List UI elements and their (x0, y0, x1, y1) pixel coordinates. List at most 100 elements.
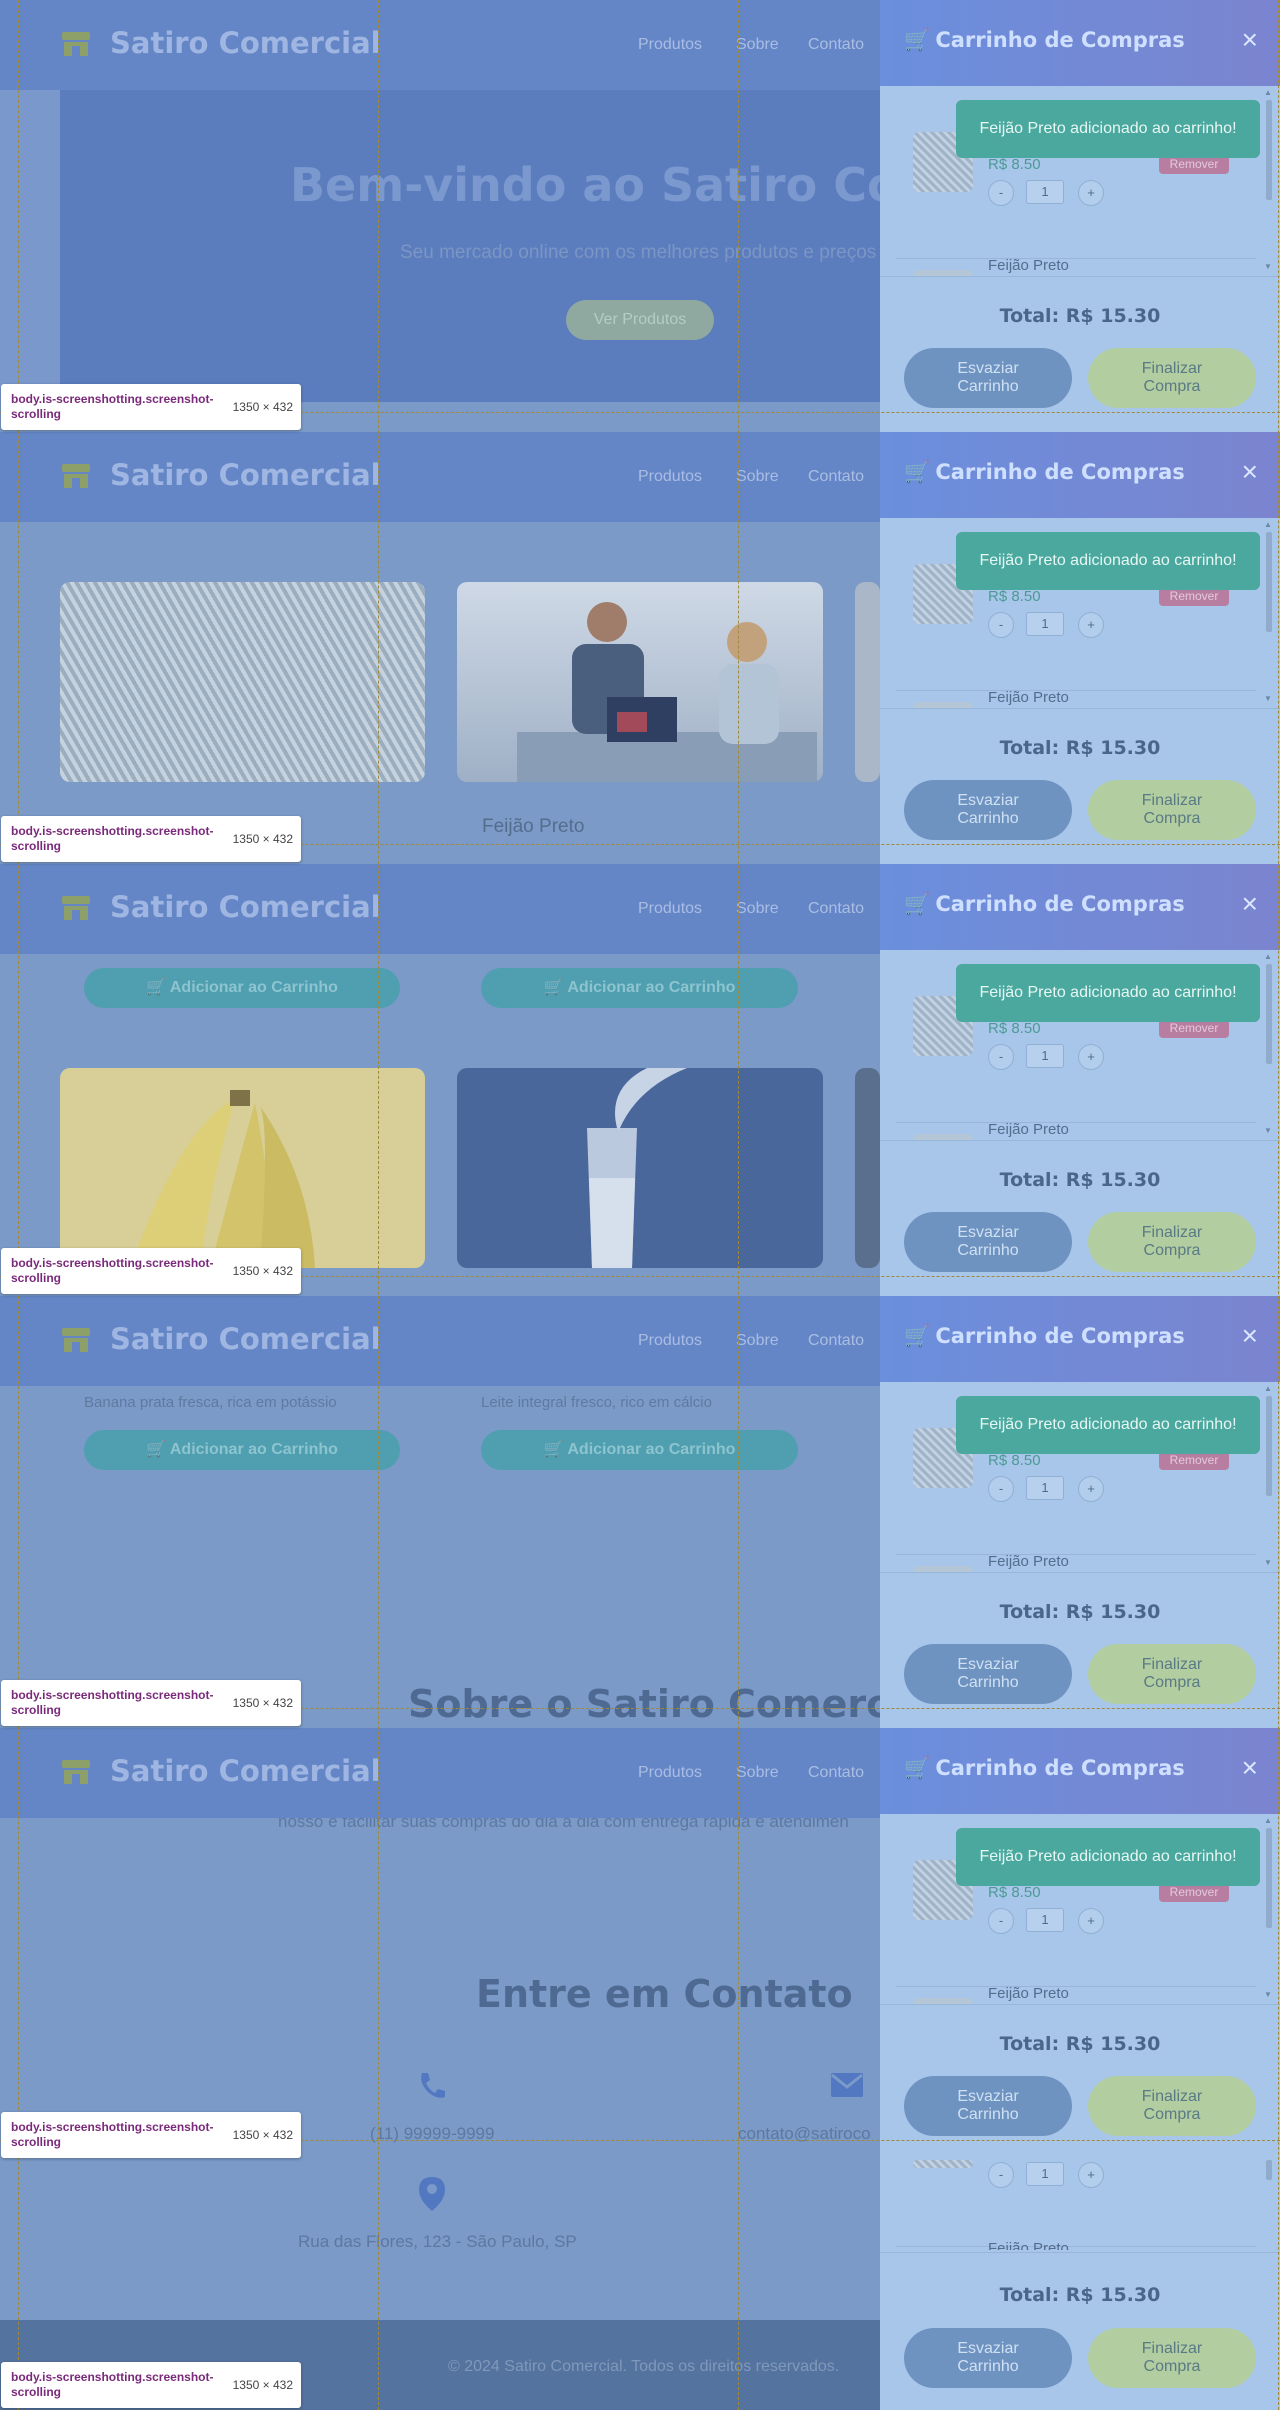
checkout-button[interactable]: Finalizar Compra (1088, 2076, 1256, 2136)
checkout-label: Finalizar Compra (1141, 1656, 1203, 1691)
scrollbar-thumb[interactable] (1266, 1396, 1272, 1496)
scrollbar-thumb[interactable] (1266, 100, 1272, 200)
qty-input[interactable]: 1 (1026, 1044, 1064, 1068)
debug-selector-text: body.is-screenshotting.screenshot-scroll… (11, 1256, 214, 1285)
qty-minus-button[interactable]: - (988, 1908, 1014, 1934)
scroll-down-icon[interactable]: ▼ (1264, 262, 1272, 271)
screenshot-debug-label: body.is-screenshotting.screenshot-scroll… (1, 816, 301, 862)
close-icon[interactable]: × (1242, 1320, 1258, 1352)
site-header: Satiro Comercial Produtos Sobre Contato (0, 0, 880, 90)
qty-input[interactable]: 1 (1026, 612, 1064, 636)
checkout-button[interactable]: Finalizar Compra (1088, 2328, 1256, 2388)
empty-cart-button[interactable]: Esvaziar Carrinho (904, 780, 1072, 840)
item-divider (896, 1122, 1256, 1123)
qty-plus-button[interactable]: + (1078, 1908, 1104, 1934)
brand-logo[interactable]: Satiro Comercial (110, 1754, 381, 1788)
cart-scrollbar[interactable]: ▲ ▼ (1264, 518, 1274, 708)
scrollbar-thumb[interactable] (1266, 1828, 1272, 1928)
site-header: Satiro Comercial Produtos Sobre Contato (0, 1728, 880, 1818)
close-icon[interactable]: × (1242, 1752, 1258, 1784)
add-to-cart-button[interactable]: 🛒 Adicionar ao Carrinho (481, 968, 798, 1008)
scroll-down-icon[interactable]: ▼ (1264, 1990, 1272, 1999)
nav-produtos[interactable]: Produtos (638, 468, 702, 486)
qty-minus-button[interactable]: - (988, 1044, 1014, 1070)
close-icon[interactable]: × (1242, 456, 1258, 488)
qty-plus-button[interactable]: + (1078, 2162, 1104, 2188)
checkout-button[interactable]: Finalizar Compra (1088, 1212, 1256, 1272)
product-thumbnail (913, 2160, 973, 2168)
qty-plus-button[interactable]: + (1078, 180, 1104, 206)
nav-produtos[interactable]: Produtos (638, 1764, 702, 1782)
qty-plus-button[interactable]: + (1078, 612, 1104, 638)
nav-contato[interactable]: Contato (808, 1764, 864, 1782)
cart-scrollbar[interactable]: ▲ ▼ (1264, 950, 1274, 1140)
empty-cart-label: Esvaziar Carrinho (957, 1656, 1019, 1691)
brand-logo[interactable]: Satiro Comercial (110, 890, 381, 924)
close-icon[interactable]: × (1242, 24, 1258, 56)
nav-produtos[interactable]: Produtos (638, 36, 702, 54)
scrollbar-thumb[interactable] (1266, 964, 1272, 1064)
cart-scrollbar[interactable]: ▲ ▼ (1264, 86, 1274, 276)
scroll-down-icon[interactable]: ▼ (1264, 1558, 1272, 1567)
qty-input[interactable]: 1 (1026, 2162, 1064, 2186)
nav-contato[interactable]: Contato (808, 900, 864, 918)
qty-input[interactable]: 1 (1026, 1908, 1064, 1932)
empty-cart-button[interactable]: Esvaziar Carrinho (904, 1212, 1072, 1272)
checkout-button[interactable]: Finalizar Compra (1088, 348, 1256, 408)
nav-sobre[interactable]: Sobre (736, 1332, 779, 1350)
scrollbar-thumb[interactable] (1266, 532, 1272, 632)
nav-produtos[interactable]: Produtos (638, 1332, 702, 1350)
scroll-up-icon[interactable]: ▲ (1264, 88, 1272, 97)
qty-input[interactable]: 1 (1026, 1476, 1064, 1500)
debug-dimensions-text: 1350 × 432 (232, 1264, 293, 1278)
ver-produtos-button[interactable]: Ver Produtos (566, 300, 714, 340)
cart-item-price: R$ 8.50 (988, 1452, 1041, 1469)
checkout-button[interactable]: Finalizar Compra (1088, 1644, 1256, 1704)
nav-sobre[interactable]: Sobre (736, 36, 779, 54)
banana-photo-icon (130, 1090, 315, 1268)
nav-sobre[interactable]: Sobre (736, 468, 779, 486)
cart-scrollbar[interactable]: ▲ ▼ (1264, 1382, 1274, 1572)
scroll-up-icon[interactable]: ▲ (1264, 952, 1272, 961)
contact-email[interactable]: contato@satiroco (738, 2124, 871, 2144)
checkout-button[interactable]: Finalizar Compra (1088, 780, 1256, 840)
nav-contato[interactable]: Contato (808, 36, 864, 54)
add-to-cart-button[interactable]: 🛒 Adicionar ao Carrinho (481, 1430, 798, 1470)
cart-item-name: Feijão Preto (988, 1121, 1069, 1138)
brand-logo[interactable]: Satiro Comercial (110, 458, 381, 492)
nav-sobre[interactable]: Sobre (736, 900, 779, 918)
scrollbar-thumb[interactable] (1266, 2160, 1272, 2180)
hero-side-strip (0, 90, 60, 402)
add-to-cart-button[interactable]: 🛒 Adicionar ao Carrinho (84, 1430, 400, 1470)
toast-notification: Feijão Preto adicionado ao carrinho! (956, 1396, 1260, 1454)
sobre-title: Sobre o Satiro Comercial (408, 1682, 941, 1726)
nav-produtos[interactable]: Produtos (638, 900, 702, 918)
qty-plus-button[interactable]: + (1078, 1044, 1104, 1070)
add-to-cart-button[interactable]: 🛒 Adicionar ao Carrinho (84, 968, 400, 1008)
nav-sobre[interactable]: Sobre (736, 1764, 779, 1782)
brand-logo[interactable]: Satiro Comercial (110, 26, 381, 60)
scroll-up-icon[interactable]: ▲ (1264, 1816, 1272, 1825)
scroll-up-icon[interactable]: ▲ (1264, 520, 1272, 529)
nav-contato[interactable]: Contato (808, 1332, 864, 1350)
scroll-down-icon[interactable]: ▼ (1264, 1126, 1272, 1135)
qty-minus-button[interactable]: - (988, 180, 1014, 206)
empty-cart-button[interactable]: Esvaziar Carrinho (904, 348, 1072, 408)
qty-input[interactable]: 1 (1026, 180, 1064, 204)
qty-plus-button[interactable]: + (1078, 1476, 1104, 1502)
cart-scrollbar[interactable]: ▲ ▼ (1264, 1814, 1274, 2004)
empty-cart-button[interactable]: Esvaziar Carrinho (904, 1644, 1072, 1704)
nav-contato[interactable]: Contato (808, 468, 864, 486)
empty-cart-button[interactable]: Esvaziar Carrinho (904, 2076, 1072, 2136)
toast-notification: Feijão Preto adicionado ao carrinho! (956, 100, 1260, 158)
cart-scrollbar[interactable] (1264, 2160, 1274, 2250)
qty-minus-button[interactable]: - (988, 612, 1014, 638)
qty-minus-button[interactable]: - (988, 2162, 1014, 2188)
empty-cart-button[interactable]: Esvaziar Carrinho (904, 2328, 1072, 2388)
qty-minus-button[interactable]: - (988, 1476, 1014, 1502)
debug-dimensions-text: 1350 × 432 (232, 400, 293, 414)
close-icon[interactable]: × (1242, 888, 1258, 920)
scroll-up-icon[interactable]: ▲ (1264, 1384, 1272, 1393)
scroll-down-icon[interactable]: ▼ (1264, 694, 1272, 703)
brand-logo[interactable]: Satiro Comercial (110, 1322, 381, 1356)
